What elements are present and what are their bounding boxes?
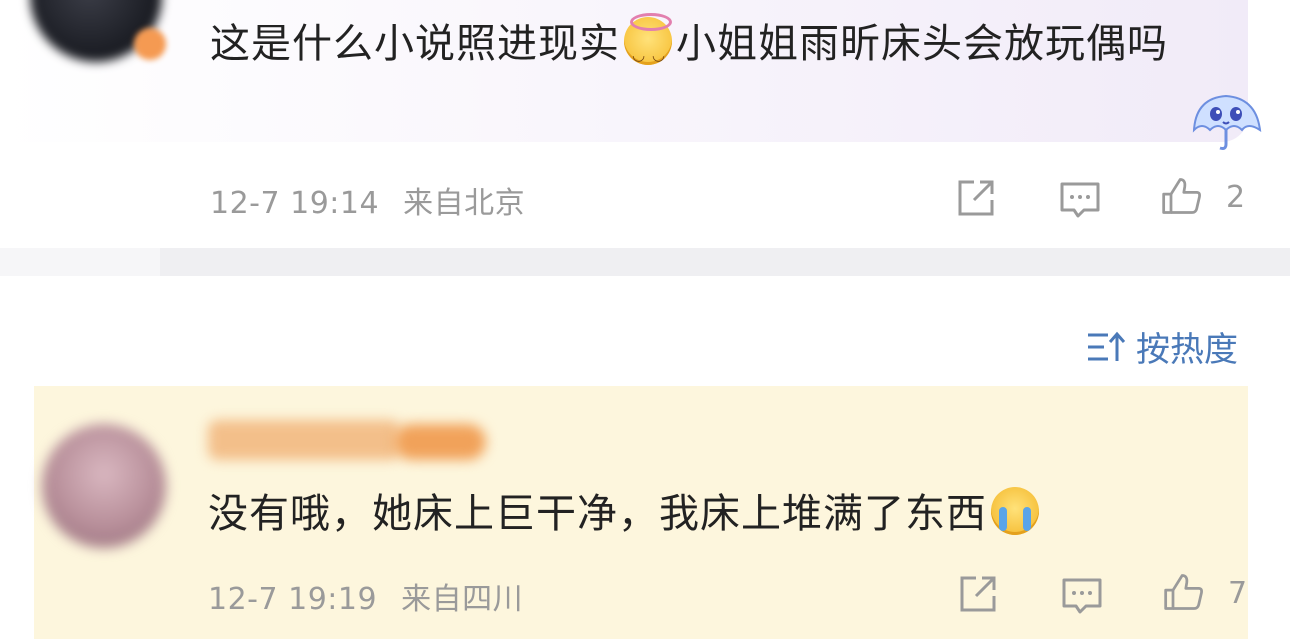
comment-text-part: 没有哦，她床上巨干净，我床上堆满了东西: [208, 491, 987, 537]
avatar-badge: [134, 28, 166, 60]
share-icon[interactable]: [954, 176, 998, 220]
like-count: 2: [1226, 180, 1246, 215]
comment-text-part: 小姐姐雨昕床头会放玩偶吗: [676, 21, 1168, 67]
reply-comment-icon[interactable]: [1058, 178, 1102, 222]
like-thumb-icon[interactable]: [1160, 174, 1204, 218]
comment-meta: 12-7 19:14 来自北京: [210, 178, 525, 222]
comment-text: 没有哦，她床上巨干净，我床上堆满了东西: [208, 486, 1208, 542]
comment-text-part: 这是什么小说照进现实: [210, 21, 620, 67]
sort-by-hot-button[interactable]: 按热度: [1086, 322, 1238, 371]
like-thumb-icon[interactable]: [1162, 570, 1206, 614]
section-divider-edge: [0, 248, 160, 276]
like-count: 7: [1228, 576, 1248, 611]
comment-time: 12-7 19:14: [210, 186, 380, 221]
comment-meta: 12-7 19:19 来自四川: [208, 574, 523, 618]
share-icon[interactable]: [956, 572, 1000, 616]
blurred-badge: [394, 424, 486, 460]
avatar[interactable]: [42, 424, 166, 548]
section-divider: [0, 248, 1290, 276]
comment-text: 这是什么小说照进现实 小姐姐雨昕床头会放玩偶吗: [210, 13, 1210, 83]
angel-smile-emoji-icon: [624, 13, 672, 83]
crying-emoji-icon: [991, 487, 1039, 535]
comment-location: 来自北京: [403, 186, 526, 221]
comment-time: 12-7 19:19: [208, 582, 378, 617]
sort-label: 按热度: [1136, 330, 1238, 370]
comment-location: 来自四川: [401, 582, 524, 617]
blurred-username[interactable]: [208, 420, 400, 460]
reply-comment-icon[interactable]: [1060, 574, 1104, 618]
sort-icon: [1088, 331, 1126, 361]
umbrella-mascot-icon: [1192, 94, 1262, 150]
